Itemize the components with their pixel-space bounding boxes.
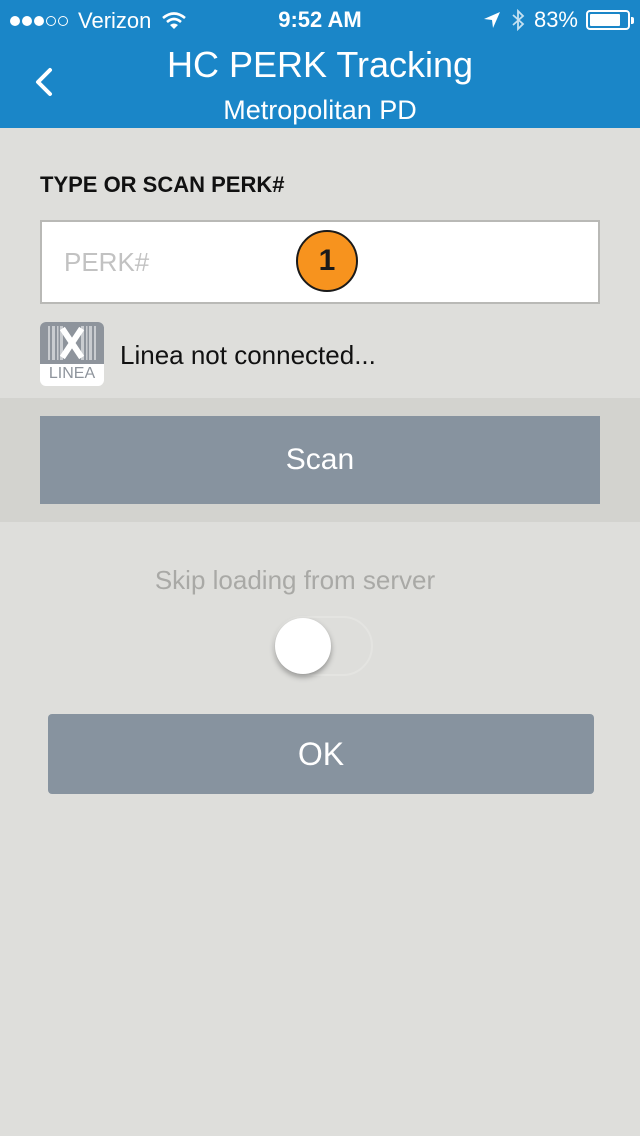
linea-logo: LINEA bbox=[40, 322, 104, 386]
status-bar: Verizon 9:52 AM 83% bbox=[0, 0, 640, 40]
battery-fill bbox=[590, 14, 620, 26]
linea-status-text: Linea not connected... bbox=[120, 340, 376, 370]
skip-loading-label: Skip loading from server bbox=[154, 565, 436, 595]
bluetooth-icon bbox=[512, 9, 525, 31]
page-title: HC PERK Tracking bbox=[166, 44, 474, 85]
step-badge: 1 bbox=[296, 230, 358, 292]
page-subtitle: Metropolitan PD bbox=[223, 95, 417, 125]
toggle-knob bbox=[275, 618, 331, 674]
scan-button[interactable]: Scan bbox=[40, 416, 600, 504]
status-right: 83% bbox=[482, 7, 634, 33]
perk-label: TYPE OR SCAN PERK# bbox=[40, 172, 285, 197]
linea-logo-text: LINEA bbox=[48, 365, 96, 382]
linea-barcode-icon bbox=[40, 322, 104, 364]
skip-loading-toggle[interactable] bbox=[273, 616, 373, 676]
location-arrow-icon bbox=[483, 12, 500, 28]
battery-percent: 83% bbox=[533, 7, 578, 32]
nav-header: Verizon 9:52 AM 83% HC PERK Tracking Met… bbox=[0, 0, 640, 128]
battery-icon bbox=[586, 10, 634, 30]
ok-button[interactable]: OK bbox=[48, 714, 594, 794]
